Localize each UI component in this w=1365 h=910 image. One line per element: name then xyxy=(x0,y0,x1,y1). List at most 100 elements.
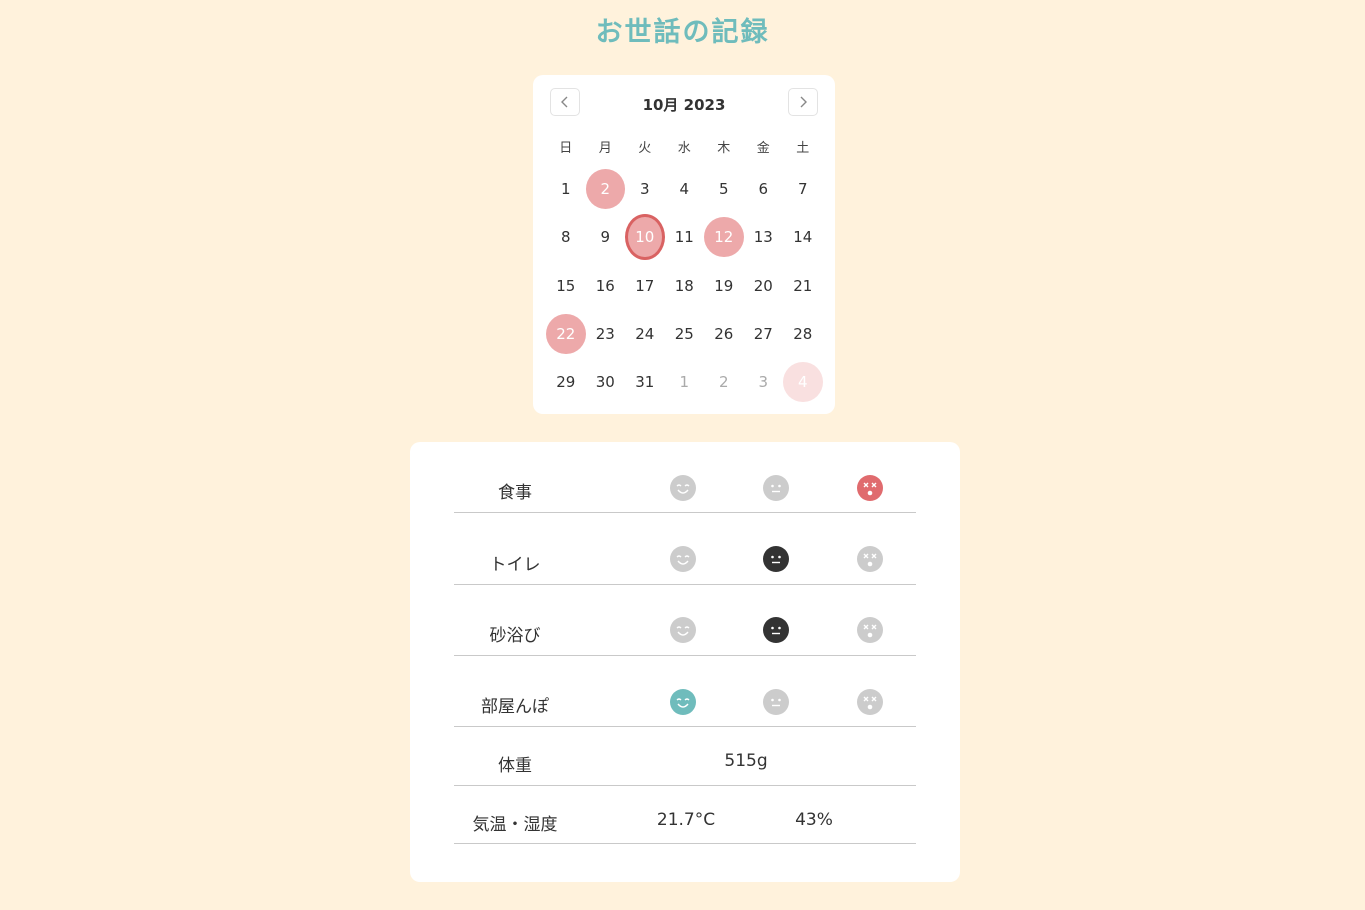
weekday-label: 木 xyxy=(717,141,731,156)
calendar-day-number: 10 xyxy=(625,214,665,261)
calendar-day[interactable]: 5 xyxy=(704,165,744,213)
calendar-day-number: 2 xyxy=(585,169,625,210)
neutral-face-icon[interactable] xyxy=(763,546,789,572)
calendar-day[interactable]: 27 xyxy=(744,310,784,358)
row-meal: 食事 xyxy=(454,468,916,513)
calendar-day-number: 13 xyxy=(753,228,773,247)
dizzy-face-icon[interactable] xyxy=(857,475,883,501)
calendar-day-number: 16 xyxy=(595,276,615,295)
calendar-day[interactable]: 8 xyxy=(546,213,586,261)
calendar-day[interactable]: 1 xyxy=(665,358,705,406)
meal-label: 食事 xyxy=(498,483,532,503)
dizzy-face-icon[interactable] xyxy=(857,689,883,715)
calendar-day[interactable]: 14 xyxy=(783,213,823,261)
weekday-label: 水 xyxy=(677,141,691,156)
weekday-label: 土 xyxy=(796,141,810,156)
calendar-day[interactable]: 15 xyxy=(546,262,586,310)
calendar-day-number: 19 xyxy=(714,276,734,295)
calendar-day-number: 25 xyxy=(674,325,694,344)
calendar-day-number: 18 xyxy=(674,276,694,295)
calendar-day[interactable]: 25 xyxy=(665,310,705,358)
weight-value[interactable]: 515g xyxy=(706,751,786,771)
calendar-day[interactable]: 13 xyxy=(744,213,784,261)
calendar-day[interactable]: 19 xyxy=(704,262,744,310)
sandbath-label: 砂浴び xyxy=(489,626,541,646)
dizzy-face-icon[interactable] xyxy=(857,617,883,643)
next-month-button[interactable] xyxy=(788,88,818,116)
row-weight: 体重 515g xyxy=(454,727,916,786)
calendar-day[interactable]: 16 xyxy=(586,262,626,310)
calendar-day[interactable]: 11 xyxy=(665,213,705,261)
weekday-label: 月 xyxy=(598,141,612,156)
neutral-face-icon[interactable] xyxy=(763,689,789,715)
happy-face-icon[interactable] xyxy=(670,689,696,715)
calendar-day[interactable]: 18 xyxy=(665,262,705,310)
row-toilet: トイレ xyxy=(454,539,916,585)
neutral-face-icon[interactable] xyxy=(763,617,789,643)
calendar-day[interactable]: 9 xyxy=(586,213,626,261)
calendar-day-number: 4 xyxy=(783,362,823,403)
calendar-day[interactable]: 24 xyxy=(625,310,665,358)
climate-label: 気温・湿度 xyxy=(472,815,558,835)
calendar-day[interactable]: 4 xyxy=(665,165,705,213)
calendar-day[interactable]: 1 xyxy=(546,165,586,213)
neutral-face-icon[interactable] xyxy=(763,475,789,501)
temperature-value[interactable]: 21.7°C xyxy=(646,810,726,830)
calendar-day[interactable]: 7 xyxy=(783,165,823,213)
calendar-grid: 1 2 3 4 5 6 7 8 9 10 11 12 13 14 15 16 17 18 19 20 21 22 23 24 2… xyxy=(546,165,823,406)
happy-face-icon[interactable] xyxy=(670,475,696,501)
calendar-day-number: 28 xyxy=(793,325,813,344)
calendar-day-number: 31 xyxy=(635,373,655,392)
calendar-day[interactable]: 30 xyxy=(586,358,626,406)
calendar-day[interactable]: 6 xyxy=(744,165,784,213)
calendar-day[interactable]: 29 xyxy=(546,358,586,406)
calendar-day-number: 26 xyxy=(714,325,734,344)
weekday-label: 火 xyxy=(638,141,652,156)
happy-face-icon[interactable] xyxy=(670,546,696,572)
row-sandbath: 砂浴び xyxy=(454,610,916,656)
calendar-day[interactable]: 2 xyxy=(585,165,625,213)
calendar-day[interactable]: 3 xyxy=(744,358,784,406)
row-roamroom: 部屋んぽ xyxy=(454,682,916,727)
calendar-day-number: 21 xyxy=(793,276,813,295)
calendar-day[interactable]: 23 xyxy=(586,310,626,358)
calendar-day-number: 12 xyxy=(704,217,744,258)
calendar-day[interactable]: 2 xyxy=(704,358,744,406)
chevron-right-icon xyxy=(800,96,807,108)
calendar-day[interactable]: 21 xyxy=(783,262,823,310)
calendar-day-number: 4 xyxy=(679,180,690,199)
happy-face-icon[interactable] xyxy=(670,617,696,643)
weekday-header: 日月火水木金土 xyxy=(546,137,822,156)
calendar-day[interactable]: 4 xyxy=(783,358,823,406)
calendar-day-number: 9 xyxy=(600,228,611,247)
weekday-label: 金 xyxy=(756,141,770,156)
toilet-label: トイレ xyxy=(489,555,541,575)
calendar-day[interactable]: 3 xyxy=(625,165,665,213)
calendar-day-number: 22 xyxy=(546,314,586,355)
calendar-day[interactable]: 31 xyxy=(625,358,665,406)
calendar-day-number: 23 xyxy=(595,325,615,344)
calendar-day-number: 2 xyxy=(718,373,729,392)
calendar-day[interactable]: 26 xyxy=(704,310,744,358)
calendar-day-number: 14 xyxy=(793,228,813,247)
dizzy-face-icon[interactable] xyxy=(857,546,883,572)
calendar-day-number: 1 xyxy=(679,373,690,392)
calendar-day[interactable]: 28 xyxy=(783,310,823,358)
calendar-day[interactable]: 22 xyxy=(546,310,586,358)
calendar-day[interactable]: 10 xyxy=(625,213,665,261)
weekday-label: 日 xyxy=(559,141,573,156)
calendar-day-number: 8 xyxy=(560,228,571,247)
calendar-day-number: 24 xyxy=(635,325,655,344)
calendar-day-number: 1 xyxy=(560,180,571,199)
humidity-value[interactable]: 43% xyxy=(774,810,854,830)
calendar-day[interactable]: 12 xyxy=(704,213,744,261)
calendar-day[interactable]: 17 xyxy=(625,262,665,310)
page-title: お世話の記録 xyxy=(595,17,770,48)
calendar: 10月 2023 日月火水木金土 1 2 3 4 5 6 7 8 9 10 11 12 13 14 15 16… xyxy=(533,75,835,414)
calendar-day-number: 15 xyxy=(556,276,576,295)
row-climate: 気温・湿度 21.7°C 43% xyxy=(454,786,916,844)
calendar-day-number: 27 xyxy=(753,325,773,344)
calendar-day[interactable]: 20 xyxy=(744,262,784,310)
calendar-day-number: 6 xyxy=(758,180,769,199)
calendar-day-number: 30 xyxy=(595,373,615,392)
